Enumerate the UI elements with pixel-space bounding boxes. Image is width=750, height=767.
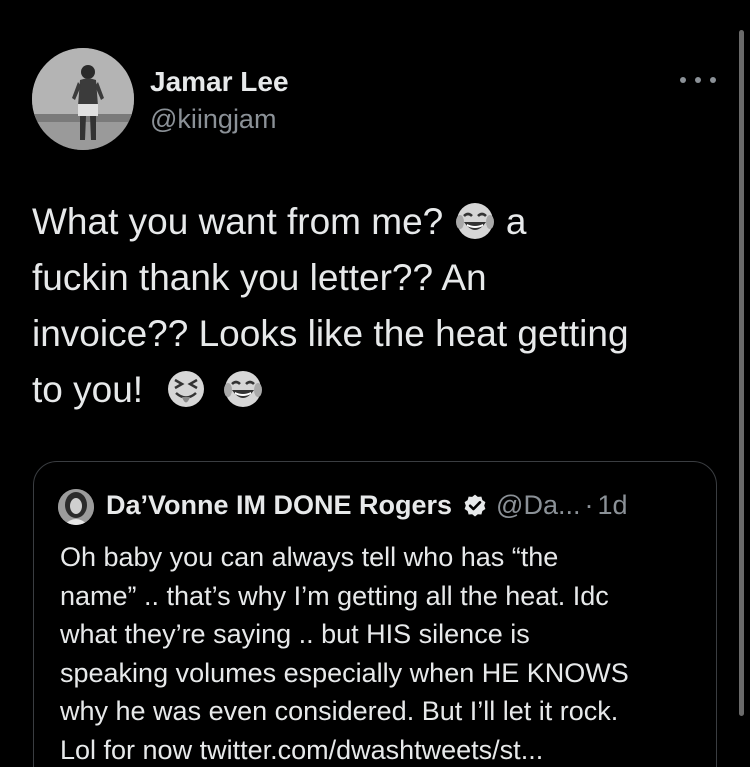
quoted-text-line: Lol for now twitter.com/dwashtweets/st..… — [60, 734, 544, 765]
tweet-text-segment: to you! — [32, 369, 144, 410]
quoted-author-handle[interactable]: @Da... — [496, 490, 580, 521]
tweet-text-line: fuckin thank you letter?? An — [32, 257, 487, 298]
quoted-text-line: what they’re saying .. but HIS silence i… — [60, 619, 530, 649]
tweet-text-segment: a — [495, 201, 527, 242]
quoted-avatar-photo — [58, 489, 94, 525]
face-with-tears-of-joy-icon — [223, 371, 262, 408]
quoted-tweet-timestamp[interactable]: 1d — [597, 490, 627, 521]
tweet-text: What you want from me? a fuckin thank yo… — [32, 194, 722, 418]
tweet-screen: Jamar Lee @kiingjam What you want from m… — [0, 0, 750, 767]
more-horizontal-icon — [695, 77, 701, 83]
squinting-face-with-tongue-icon — [168, 371, 205, 408]
tweet-text-line: What you want from me? a — [32, 194, 722, 250]
more-horizontal-icon — [710, 77, 716, 83]
verified-badge-icon — [464, 494, 486, 517]
avatar-photo — [32, 48, 134, 150]
quoted-tweet-card[interactable]: Da’Vonne IM DONE Rogers @Da... · 1d Oh b… — [33, 461, 717, 767]
quoted-text-line: name” .. that’s why I’m getting all the … — [60, 580, 609, 611]
quoted-text-line: why he was even considered. But I’ll let… — [60, 696, 619, 726]
quoted-tweet-header: Da’Vonne IM DONE Rogers @Da... · 1d — [106, 490, 628, 521]
more-horizontal-icon — [680, 77, 686, 83]
quoted-text-line: Oh baby you can always tell who has “the — [60, 542, 559, 572]
author-avatar[interactable] — [32, 48, 134, 150]
quoted-author-name[interactable]: Da’Vonne IM DONE Rogers — [106, 490, 452, 521]
quoted-text-line: speaking volumes especially when HE KNOW… — [60, 657, 629, 688]
more-options-button[interactable] — [680, 68, 716, 92]
tweet-text-line: to you! — [32, 362, 722, 418]
header-separator: · — [584, 490, 594, 520]
quoted-author-avatar[interactable] — [58, 489, 94, 525]
author-name[interactable]: Jamar Lee — [150, 66, 289, 98]
tweet-text-segment: What you want from me? — [32, 201, 444, 242]
face-with-tears-of-joy-icon — [455, 203, 494, 240]
quoted-tweet-text: Oh baby you can always tell who has “the… — [60, 538, 710, 767]
tweet-text-line: invoice?? Looks like the heat getting — [32, 313, 629, 354]
scrollbar[interactable] — [739, 30, 744, 716]
author-handle[interactable]: @kiingjam — [150, 104, 276, 135]
